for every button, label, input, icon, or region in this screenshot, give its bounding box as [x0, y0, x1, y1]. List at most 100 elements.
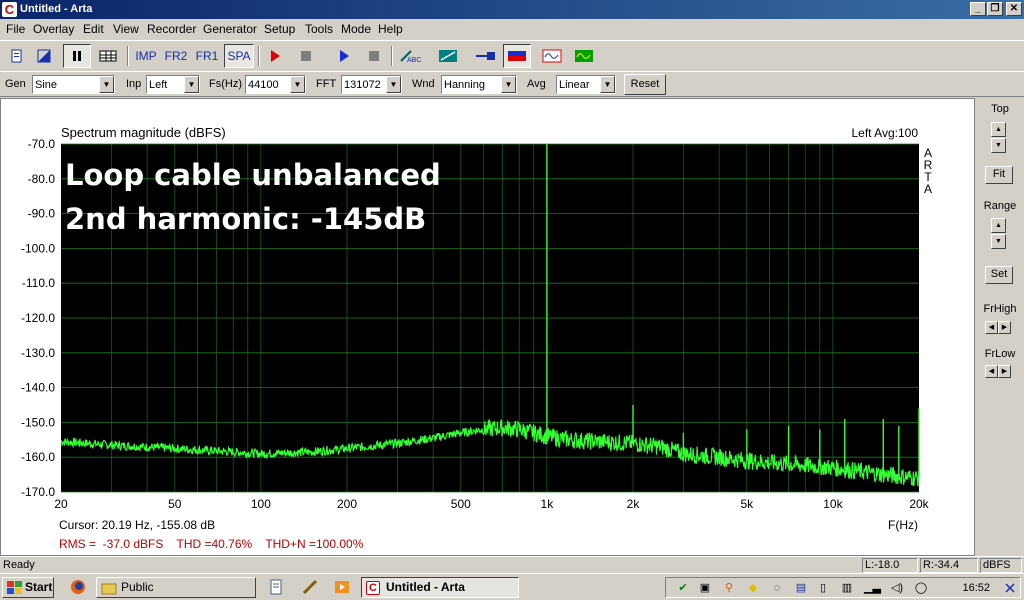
frlow-left-button[interactable]: ◀	[985, 365, 998, 378]
menu-edit[interactable]: Edit	[83, 22, 104, 36]
mode-fr2-button[interactable]: FR2	[162, 44, 190, 68]
clock: 16:52	[962, 582, 990, 594]
spectrum-chart[interactable]: -70.0 -80.0 -90.0 -100.0 -110.0 -120.0 -130.0 -…	[1, 99, 974, 555]
tray-icon[interactable]: ◯	[914, 581, 928, 595]
task-label: Untitled - Arta	[386, 580, 465, 594]
inp-select[interactable]: Left ▼	[146, 75, 200, 94]
menu-help[interactable]: Help	[378, 22, 403, 36]
stop-icon[interactable]	[362, 44, 386, 68]
x-tick-label: 200	[337, 497, 357, 511]
cursor-readout: Cursor: 20.19 Hz, -155.08 dB	[59, 518, 215, 532]
top-label: Top	[991, 103, 1009, 115]
y-tick-label: -120.0	[21, 311, 55, 325]
chevron-down-icon[interactable]: ▼	[99, 76, 114, 93]
mode-spa-button[interactable]: SPA	[224, 44, 254, 68]
taskbar-item-arta[interactable]: C Untitled - Arta	[361, 577, 519, 598]
set-button[interactable]: Set	[985, 266, 1013, 284]
menu-generator[interactable]: Generator	[203, 22, 257, 36]
mode-imp-button[interactable]: IMP	[133, 44, 159, 68]
close-button[interactable]: ✕	[1006, 2, 1022, 16]
gen-label: Gen	[5, 78, 26, 90]
chevron-down-icon[interactable]: ▼	[184, 76, 199, 93]
toolbar-separator	[258, 46, 260, 66]
toolbar-separator	[391, 46, 393, 66]
record-red-icon[interactable]	[263, 44, 287, 68]
x-tick-label: 5k	[740, 497, 754, 511]
notepad-icon[interactable]	[268, 579, 284, 595]
rms-thd-readout: RMS = -37.0 dBFS THD =40.76% THD+N =100.…	[59, 537, 364, 551]
chevron-down-icon[interactable]: ▼	[501, 76, 516, 93]
tray-icon[interactable]: ▯	[816, 581, 830, 595]
chevron-down-icon[interactable]: ▼	[600, 76, 615, 93]
y-tick-label: -140.0	[21, 381, 55, 395]
network-icon[interactable]: ▤	[794, 581, 808, 595]
frlow-label: FrLow	[984, 348, 1016, 360]
x-tick-label: 2k	[627, 497, 641, 511]
gen-select[interactable]: Sine ▼	[32, 75, 115, 94]
tray-icon[interactable]: ◆	[746, 581, 760, 595]
signal-icon[interactable]	[539, 44, 565, 68]
pause-icon[interactable]	[63, 44, 91, 68]
tray-icon[interactable]: ▣	[698, 581, 712, 595]
left-level: L:-18.0	[862, 558, 918, 573]
frhigh-left-button[interactable]: ◀	[985, 321, 998, 334]
y-tick-label: -160.0	[21, 450, 55, 464]
frlow-right-button[interactable]: ▶	[998, 365, 1011, 378]
tray-icon[interactable]: ▥	[840, 581, 854, 595]
new-document-icon[interactable]	[5, 44, 29, 68]
chevron-down-icon[interactable]: ▼	[290, 76, 305, 93]
menu-mode[interactable]: Mode	[341, 22, 371, 36]
menu-recorder[interactable]: Recorder	[147, 22, 196, 36]
firefox-icon[interactable]	[70, 579, 86, 595]
fft-select[interactable]: 131072 ▼	[341, 75, 402, 94]
taskbar-item-public[interactable]: Public	[96, 577, 256, 598]
probe-icon[interactable]	[473, 44, 499, 68]
fs-select[interactable]: 44100 ▼	[245, 75, 306, 94]
y-tick-label: -150.0	[21, 415, 55, 429]
play-blue-icon[interactable]	[332, 44, 356, 68]
menu-file[interactable]: File	[6, 22, 25, 36]
tool-icon[interactable]	[302, 579, 318, 595]
stop-icon[interactable]	[294, 44, 318, 68]
y-tick-label: -110.0	[22, 276, 55, 290]
frhigh-right-button[interactable]: ▶	[998, 321, 1011, 334]
volume-icon[interactable]: ◁)	[890, 581, 904, 595]
x-tick-label: 500	[451, 497, 471, 511]
arta-app-icon[interactable]: C	[2, 2, 17, 17]
range-up-button[interactable]: ▲	[991, 218, 1006, 233]
search-icon[interactable]: ⚲	[722, 581, 736, 595]
avg-select[interactable]: Linear ▼	[556, 75, 616, 94]
mode-fr1-button[interactable]: FR1	[193, 44, 221, 68]
media-player-icon[interactable]	[334, 579, 350, 595]
fit-button[interactable]: Fit	[985, 166, 1013, 184]
status-bar: Ready L:-18.0 R:-34.4 dBFS	[0, 556, 1024, 573]
menu-tools[interactable]: Tools	[305, 22, 333, 36]
title-bar: C Untitled - Arta _ ❐ ✕	[0, 0, 1024, 19]
signal-strength-icon[interactable]: ▁▃	[864, 581, 881, 595]
reset-button[interactable]: Reset	[624, 74, 666, 95]
open-icon[interactable]	[32, 44, 56, 68]
menu-setup[interactable]: Setup	[264, 22, 295, 36]
parameter-bar: Gen Sine ▼ Inp Left ▼ Fs(Hz) 44100 ▼ FFT…	[0, 71, 1024, 97]
overlay-green-icon[interactable]	[571, 44, 597, 68]
menu-overlay[interactable]: Overlay	[33, 22, 74, 36]
generator-icon[interactable]	[435, 44, 461, 68]
taskbar: Start Public C Untitled - Arta ✔ ▣ ⚲ ◆ ◌…	[0, 573, 1024, 600]
abc-icon[interactable]: ABC	[397, 44, 423, 68]
table-icon[interactable]	[95, 44, 121, 68]
menu-view[interactable]: View	[113, 22, 139, 36]
tray-icon[interactable]: ◌	[770, 581, 784, 595]
top-down-button[interactable]: ▼	[991, 138, 1006, 153]
system-tray: ✔ ▣ ⚲ ◆ ◌ ▤ ▯ ▥ ▁▃ ◁) ◯ 16:52	[665, 577, 1021, 598]
brand-letter: A	[924, 182, 932, 196]
overlay-red-icon[interactable]	[503, 44, 531, 68]
chevron-down-icon[interactable]: ▼	[386, 76, 401, 93]
top-up-button[interactable]: ▲	[991, 122, 1006, 137]
wnd-select[interactable]: Hanning ▼	[441, 75, 517, 94]
range-down-button[interactable]: ▼	[991, 234, 1006, 249]
start-button[interactable]: Start	[2, 577, 54, 598]
minimize-button[interactable]: _	[970, 2, 986, 16]
show-desktop-icon[interactable]	[1004, 582, 1016, 594]
tray-icon[interactable]: ✔	[676, 581, 690, 595]
restore-button[interactable]: ❐	[987, 2, 1003, 16]
